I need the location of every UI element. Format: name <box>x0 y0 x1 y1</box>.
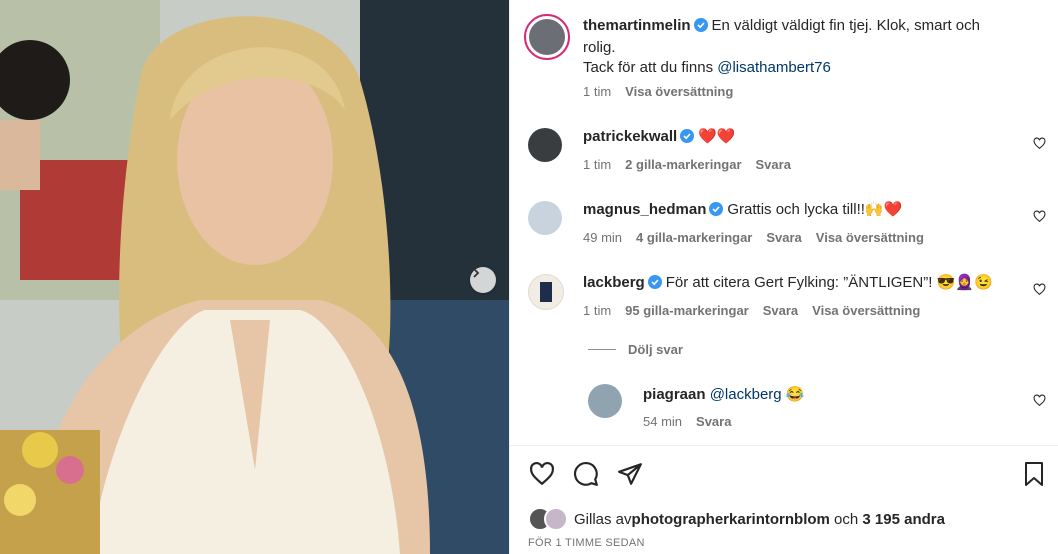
reply-avatar[interactable] <box>588 384 622 418</box>
caption-time: 1 tim <box>583 84 612 99</box>
reply-mention[interactable]: @lackberg <box>710 386 782 403</box>
comment-username[interactable]: magnus_hedman <box>583 201 706 218</box>
comment-time: 49 min <box>583 230 623 245</box>
verified-badge-icon <box>709 202 724 222</box>
comment-likes[interactable]: 95 gilla-markeringar <box>625 303 749 318</box>
comment-1: patrickekwall ❤️❤️ <box>583 127 736 149</box>
comment-meta: 49 min 4 gilla-markeringar Svara Visa öv… <box>583 230 924 245</box>
translate-link[interactable]: Visa översättning <box>812 303 920 318</box>
comment-icon[interactable] <box>573 461 599 492</box>
reply-meta: 54 min Svara <box>643 414 731 429</box>
save-bookmark-icon[interactable] <box>1022 461 1046 492</box>
hide-replies-toggle[interactable]: Dölj svar <box>588 342 683 357</box>
likes-middle: och <box>829 510 863 528</box>
reply-username[interactable]: piagraan <box>643 386 706 403</box>
caption: themartinmelin En väldigt väldigt fin tje… <box>583 16 1043 78</box>
reply-emoji: 😂 <box>785 386 805 403</box>
comment-2: magnus_hedman Grattis och lycka till!!🙌❤️ <box>583 200 902 222</box>
comment-text: Grattis och lycka till!!🙌❤️ <box>727 201 903 218</box>
liker-avatar[interactable] <box>544 507 568 531</box>
post-photo <box>0 0 509 554</box>
comment-text: För att citera Gert Fylking: ”ÄNTLIGEN”!… <box>665 274 993 291</box>
verified-badge-icon <box>680 129 695 149</box>
caption-text-3: Tack för att du finns <box>583 59 718 76</box>
like-comment-heart-icon[interactable] <box>1033 283 1046 296</box>
author-avatar[interactable] <box>524 14 570 60</box>
comment-meta: 1 tim 95 gilla-markeringar Svara Visa öv… <box>583 303 920 318</box>
translate-link[interactable]: Visa översättning <box>816 230 924 245</box>
comment-avatar[interactable] <box>528 274 564 310</box>
comment-avatar[interactable] <box>528 128 562 162</box>
caption-text-2: rolig. <box>583 39 616 56</box>
comment-likes[interactable]: 4 gilla-markeringar <box>636 230 752 245</box>
post-details-panel: themartinmelin En väldigt väldigt fin tje… <box>509 0 1058 554</box>
photo-illustration <box>0 0 509 554</box>
reply-button[interactable]: Svara <box>756 157 791 172</box>
reply-comment: piagraan @lackberg 😂 <box>643 385 805 405</box>
reply-button[interactable]: Svara <box>696 414 731 429</box>
hide-replies-label: Dölj svar <box>628 342 683 357</box>
like-heart-icon[interactable] <box>529 461 555 492</box>
reply-button[interactable]: Svara <box>763 303 798 318</box>
likes-summary: Gillas av photographerkarintornblom och … <box>528 507 945 531</box>
comment-time: 1 tim <box>583 157 612 172</box>
caption-mention[interactable]: @lisathambert76 <box>717 59 831 76</box>
next-photo-button[interactable] <box>470 267 496 293</box>
caption-meta: 1 tim Visa översättning <box>583 84 733 99</box>
like-comment-heart-icon[interactable] <box>1033 394 1046 407</box>
likes-count[interactable]: 3 195 andra <box>862 511 945 528</box>
share-send-icon[interactable] <box>617 461 643 492</box>
actions-divider <box>510 445 1058 446</box>
likes-user[interactable]: photographerkarintornblom <box>632 511 830 528</box>
post-timestamp[interactable]: FÖR 1 TIMME SEDAN <box>528 537 645 549</box>
hide-replies-line <box>588 349 616 350</box>
caption-username[interactable]: themartinmelin <box>583 17 691 34</box>
reply-button[interactable]: Svara <box>766 230 801 245</box>
caption-text-1: En väldigt väldigt fin tjej. Klok, smart… <box>711 17 980 34</box>
reply-time: 54 min <box>643 414 683 429</box>
comment-username[interactable]: patrickekwall <box>583 128 677 145</box>
likes-prefix: Gillas av <box>574 510 632 528</box>
comment-likes[interactable]: 2 gilla-markeringar <box>625 157 741 172</box>
comment-username[interactable]: lackberg <box>583 274 645 291</box>
caption-translate-link[interactable]: Visa översättning <box>625 84 733 99</box>
verified-badge-icon <box>647 275 662 295</box>
comment-avatar[interactable] <box>528 201 562 235</box>
comment-text: ❤️❤️ <box>698 128 736 145</box>
like-comment-heart-icon[interactable] <box>1033 210 1046 223</box>
comment-3: lackberg För att citera Gert Fylking: ”ÄN… <box>583 273 993 295</box>
like-comment-heart-icon[interactable] <box>1033 137 1046 150</box>
comment-meta: 1 tim 2 gilla-markeringar Svara <box>583 157 791 172</box>
comment-time: 1 tim <box>583 303 612 318</box>
verified-badge-icon <box>693 18 708 38</box>
